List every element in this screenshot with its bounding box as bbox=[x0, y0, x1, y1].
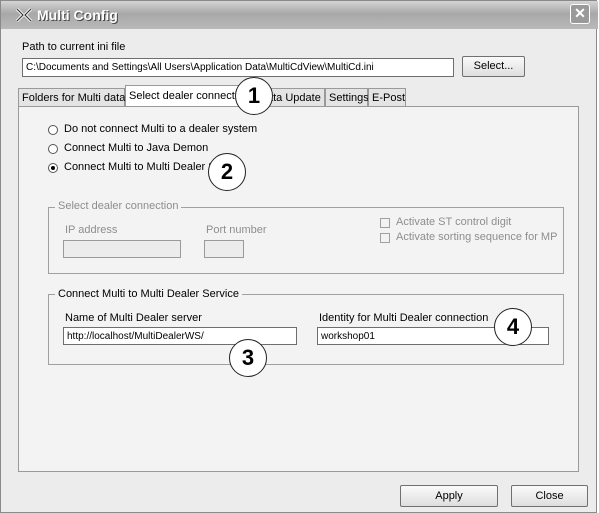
ip-address-label: IP address bbox=[65, 224, 118, 236]
server-name-input[interactable]: http://localhost/MultiDealerWS/ bbox=[63, 327, 297, 345]
multi-config-window: Multi Config ✕ Path to current ini file … bbox=[0, 0, 598, 513]
close-window-icon[interactable]: ✕ bbox=[570, 4, 590, 24]
ip-address-input[interactable] bbox=[63, 240, 181, 258]
st-control-digit-label: Activate ST control digit bbox=[396, 216, 512, 228]
tab-e-post[interactable]: E-Post bbox=[368, 88, 406, 106]
identity-label: Identity for Multi Dealer connection bbox=[319, 312, 489, 324]
multi-config-icon bbox=[15, 7, 33, 23]
path-label: Path to current ini file bbox=[22, 41, 126, 53]
multi-dealer-service-group-title: Connect Multi to Multi Dealer Service bbox=[55, 288, 242, 300]
apply-button[interactable]: Apply bbox=[400, 485, 498, 507]
sorting-sequence-label: Activate sorting sequence for MP bbox=[396, 231, 558, 243]
close-button[interactable]: Close bbox=[511, 485, 588, 507]
port-number-label: Port number bbox=[206, 224, 267, 236]
path-input[interactable]: C:\Documents and Settings\All Users\Appl… bbox=[22, 58, 454, 77]
callout-3: 3 bbox=[229, 339, 267, 377]
callout-1: 1 bbox=[235, 77, 273, 115]
radio-no-dealer-system-label: Do not connect Multi to a dealer system bbox=[64, 123, 258, 135]
radio-java-demon-label: Connect Multi to Java Demon bbox=[64, 142, 209, 154]
radio-java-demon[interactable] bbox=[48, 144, 58, 154]
tab-folders-for-multi-data[interactable]: Folders for Multi data bbox=[18, 88, 125, 106]
radio-multi-dealer-service[interactable] bbox=[48, 163, 58, 173]
server-name-label: Name of Multi Dealer server bbox=[65, 312, 202, 324]
tab-settings[interactable]: Settings bbox=[325, 88, 369, 106]
st-control-digit-checkbox[interactable] bbox=[380, 218, 390, 228]
port-number-input[interactable] bbox=[204, 240, 244, 258]
sorting-sequence-checkbox[interactable] bbox=[380, 233, 390, 243]
window-title: Multi Config bbox=[37, 7, 118, 23]
select-button[interactable]: Select... bbox=[462, 56, 525, 77]
tab-select-dealer-connection[interactable]: Select dealer connection bbox=[125, 85, 249, 107]
dealer-connection-group-title: Select dealer connection bbox=[55, 200, 182, 212]
callout-2: 2 bbox=[208, 153, 246, 191]
radio-no-dealer-system[interactable] bbox=[48, 125, 58, 135]
callout-4: 4 bbox=[494, 308, 532, 346]
title-bar[interactable]: Multi Config ✕ bbox=[1, 1, 598, 29]
